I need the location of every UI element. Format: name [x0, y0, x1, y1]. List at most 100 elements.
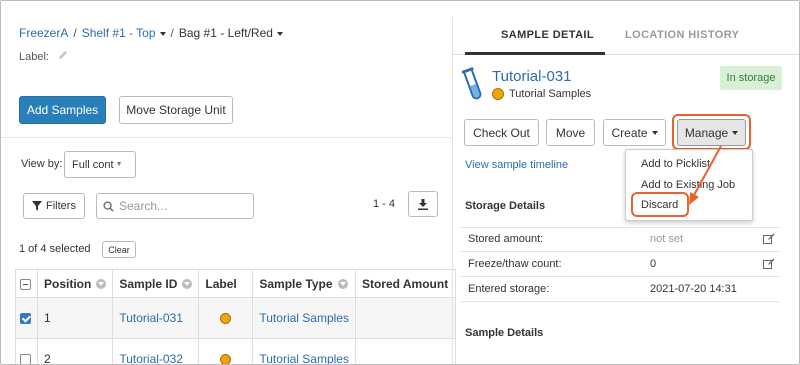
row-divider: [461, 301, 779, 302]
grid-header-row: Position Sample ID Label Sample Type Sto…: [15, 269, 456, 298]
sample-type-link[interactable]: Tutorial Samples: [259, 311, 349, 325]
label-field-text: Label:: [19, 51, 49, 63]
breadcrumb-shelf[interactable]: Shelf #1 - Top: [82, 26, 166, 40]
breadcrumb: FreezerA / Shelf #1 - Top / Bag #1 - Left/Re…: [19, 26, 283, 40]
row-divider: [461, 251, 779, 252]
active-tab-indicator: [465, 52, 605, 55]
column-header-sample-type[interactable]: Sample Type: [252, 269, 356, 298]
pagination-range: 1 - 4: [373, 198, 396, 210]
pencil-icon[interactable]: [58, 49, 69, 60]
view-by-value: Full cont: [72, 158, 114, 171]
column-menu-icon[interactable]: [337, 279, 348, 290]
edit-icon[interactable]: [763, 258, 775, 270]
label-field: Label:: [19, 49, 69, 63]
sample-type-cell: Tutorial Samples: [252, 297, 356, 339]
clear-selection-button[interactable]: Clear: [102, 241, 136, 258]
sample-type-text: Tutorial Samples: [509, 88, 592, 100]
table-row[interactable]: 2 Tutorial-032 Tutorial Samples: [15, 338, 456, 364]
download-icon: [418, 198, 428, 210]
selection-count: 1 of 4 selected: [19, 243, 91, 255]
breadcrumb-bag[interactable]: Bag #1 - Left/Red: [179, 26, 283, 40]
sample-type: Tutorial Samples: [492, 88, 591, 100]
section-divider: [1, 137, 452, 138]
filters-button[interactable]: Filters: [23, 193, 85, 219]
entered-storage-value: 2021-07-20 14:31: [650, 283, 737, 295]
view-timeline-link[interactable]: View sample timeline: [465, 159, 568, 171]
move-button[interactable]: Move: [546, 119, 595, 146]
export-button[interactable]: [408, 191, 438, 217]
filter-icon: [32, 201, 43, 211]
breadcrumb-separator: /: [170, 26, 174, 40]
view-by-label: View by:: [21, 158, 63, 170]
label-color-dot: [492, 88, 504, 100]
row-select-cell: [15, 297, 38, 339]
stored-amount-cell: [354, 338, 456, 364]
chevron-down-icon: ▼: [115, 161, 123, 168]
label-cell: [198, 297, 254, 339]
label-color-dot: [220, 313, 232, 325]
freeze-thaw-label: Freeze/thaw count:: [468, 258, 562, 270]
chevron-down-icon: [651, 130, 658, 135]
select-all-cell: [15, 269, 38, 298]
check-out-button[interactable]: Check Out: [464, 119, 539, 146]
view-by-select[interactable]: Full cont ▼: [64, 151, 136, 178]
breadcrumb-freezer[interactable]: FreezerA: [19, 26, 68, 40]
callout-arrow-icon: [689, 145, 722, 205]
row-divider: [461, 276, 779, 277]
column-header-stored-amount[interactable]: Stored Amount: [354, 269, 456, 298]
position-cell: 2: [36, 338, 114, 364]
select-all-checkbox[interactable]: [20, 278, 31, 290]
stored-amount-label: Stored amount:: [468, 233, 544, 245]
tab-sample-detail[interactable]: SAMPLE DETAIL: [501, 29, 594, 41]
sample-id-cell: Tutorial-031: [112, 297, 200, 339]
status-badge: In storage: [720, 66, 782, 90]
sample-grid: Position Sample ID Label Sample Type Sto…: [15, 269, 456, 364]
test-tube-icon: [461, 67, 482, 100]
search-box[interactable]: [96, 193, 254, 219]
search-input[interactable]: [119, 199, 239, 213]
panel-divider: [452, 17, 453, 364]
detail-tabs: SAMPLE DETAIL LOCATION HISTORY: [453, 17, 799, 55]
sample-name-link[interactable]: Tutorial-031: [492, 68, 571, 85]
sample-details-title: Sample Details: [465, 327, 544, 339]
entered-storage-label: Entered storage:: [468, 283, 550, 295]
sample-type-link[interactable]: Tutorial Samples: [259, 352, 349, 364]
column-header-label: Label: [205, 276, 237, 291]
column-header-label: Stored Amount: [361, 276, 449, 291]
sample-id-link[interactable]: Tutorial-031: [119, 311, 183, 325]
label-cell: [198, 338, 254, 364]
tab-location-history[interactable]: LOCATION HISTORY: [625, 29, 739, 41]
column-menu-icon[interactable]: [182, 279, 193, 290]
breadcrumb-bag-label: Bag #1 - Left/Red: [178, 26, 273, 40]
add-samples-button[interactable]: Add Samples: [19, 96, 106, 124]
chevron-down-icon: [159, 31, 166, 36]
search-icon: [103, 200, 114, 212]
app-frame: FreezerA / Shelf #1 - Top / Bag #1 - Left/Re…: [0, 0, 800, 365]
column-header-label[interactable]: Label: [198, 269, 254, 298]
filters-label: Filters: [46, 200, 76, 212]
stored-amount-value: not set: [650, 233, 684, 245]
move-storage-unit-button[interactable]: Move Storage Unit: [119, 96, 233, 124]
sample-id-cell: Tutorial-032: [112, 338, 200, 364]
sample-id-link[interactable]: Tutorial-032: [119, 352, 183, 364]
column-header-position[interactable]: Position: [36, 269, 114, 298]
column-header-label: Sample ID: [119, 276, 178, 291]
row-checkbox[interactable]: [20, 354, 31, 364]
column-menu-icon[interactable]: [96, 279, 107, 290]
edit-icon[interactable]: [763, 233, 775, 245]
row-divider: [461, 227, 779, 228]
table-row[interactable]: 1 Tutorial-031 Tutorial Samples: [15, 297, 456, 339]
label-color-dot: [220, 354, 232, 364]
column-header-sample-id[interactable]: Sample ID: [112, 269, 200, 298]
stored-amount-cell: [354, 297, 456, 339]
column-header-label: Position: [44, 276, 92, 291]
breadcrumb-shelf-label: Shelf #1 - Top: [81, 26, 156, 40]
row-select-cell: [15, 338, 38, 364]
chevron-down-icon: [276, 31, 283, 36]
create-label: Create: [611, 125, 648, 140]
storage-details-title: Storage Details: [465, 200, 546, 212]
column-header-label: Sample Type: [259, 276, 333, 291]
row-checkbox[interactable]: [20, 313, 31, 325]
sample-type-cell: Tutorial Samples: [252, 338, 356, 364]
create-button[interactable]: Create: [603, 119, 666, 146]
